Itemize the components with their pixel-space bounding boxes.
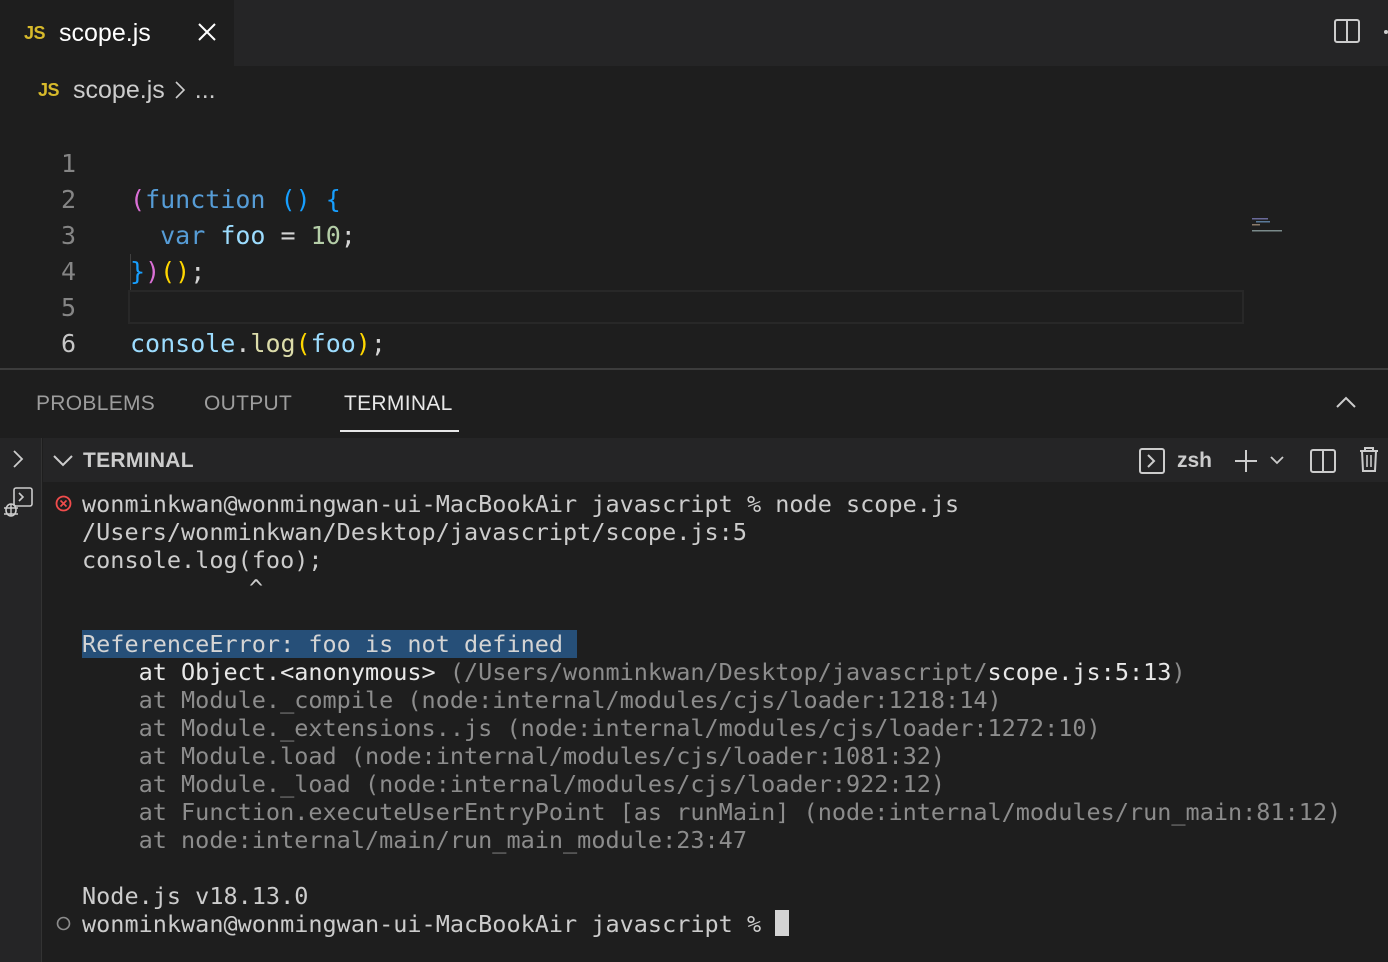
code-text: console.log(foo); — [130, 329, 386, 358]
terminal-line: at Module.load (node:internal/modules/cj… — [82, 742, 946, 770]
panel-tab-bar: PROBLEMS OUTPUT TERMINAL — [0, 370, 1388, 438]
code-line[interactable]: 3 })(); — [0, 182, 1388, 286]
tab-terminal[interactable]: TERMINAL — [344, 392, 453, 416]
tab-output[interactable]: OUTPUT — [204, 392, 292, 416]
terminal-line: at Module._compile (node:internal/module… — [82, 686, 1002, 714]
terminal-line: at Module._load (node:internal/modules/c… — [82, 770, 946, 798]
minimap[interactable] — [1250, 216, 1290, 240]
terminal-shell-icon[interactable] — [1138, 447, 1166, 475]
code-line[interactable]: 4 — [0, 218, 1388, 286]
split-terminal-icon[interactable] — [1309, 447, 1337, 475]
code-line[interactable]: 1 (function () { — [0, 110, 1388, 214]
tab-scope-js[interactable]: JS scope.js — [0, 0, 234, 66]
terminal-side-gutter — [0, 438, 42, 962]
debug-console-icon[interactable] — [2, 486, 36, 520]
terminal-output[interactable]: wonminkwan@wonmingwan-ui-MacBookAir java… — [43, 482, 1388, 962]
terminal-line: wonminkwan@wonmingwan-ui-MacBookAir java… — [82, 490, 960, 518]
shell-name[interactable]: zsh — [1177, 449, 1212, 473]
active-tab-indicator — [340, 430, 459, 432]
code-editor[interactable]: 1 (function () { 2 var foo = 10; 3 })();… — [0, 108, 1388, 368]
code-line[interactable]: 6 — [0, 290, 1388, 358]
chevron-right-icon[interactable] — [9, 448, 27, 470]
terminal-line: /Users/wonminkwan/Desktop/javascript/sco… — [82, 518, 747, 546]
terminal-line: Node.js v18.13.0 — [82, 882, 309, 910]
terminal-line: at Function.executeUserEntryPoint [as ru… — [82, 798, 1342, 826]
more-actions-icon[interactable] — [1380, 24, 1388, 40]
idle-status-icon[interactable] — [56, 916, 71, 931]
terminal-line: at Module._extensions..js (node:internal… — [82, 714, 1101, 742]
code-line[interactable]: 2 var foo = 10; — [0, 146, 1388, 250]
tab-label: scope.js — [59, 18, 151, 47]
selected-error-text: ReferenceError: foo is not defined — [82, 630, 578, 658]
chevron-down-icon[interactable] — [52, 452, 74, 468]
tab-problems[interactable]: PROBLEMS — [36, 392, 155, 416]
terminal-error-line: ReferenceError: foo is not defined — [82, 630, 578, 658]
terminal-cursor — [775, 910, 790, 936]
terminal-line: at node:internal/main/run_main_module:23… — [82, 826, 747, 854]
line-number: 6 — [60, 329, 76, 358]
terminal-header: TERMINAL zsh — [43, 438, 1388, 482]
chevron-down-icon[interactable] — [1269, 454, 1285, 466]
close-icon[interactable] — [196, 21, 218, 43]
editor-tab-bar: JS scope.js — [0, 0, 1388, 66]
breadcrumb: JS scope.js ... — [38, 72, 216, 108]
js-file-icon: JS — [38, 79, 60, 100]
plus-icon[interactable] — [1233, 448, 1259, 474]
breadcrumb-file[interactable]: scope.js — [73, 76, 165, 105]
breadcrumb-more[interactable]: ... — [195, 76, 216, 105]
trash-icon[interactable] — [1357, 444, 1381, 474]
terminal-prompt[interactable]: wonminkwan@wonmingwan-ui-MacBookAir java… — [82, 910, 790, 938]
terminal-section-title[interactable]: TERMINAL — [83, 449, 194, 473]
terminal-line: at Object.<anonymous> (/Users/wonminkwan… — [82, 658, 1186, 686]
split-editor-icon[interactable] — [1333, 17, 1361, 45]
js-file-icon: JS — [24, 22, 46, 43]
error-status-icon[interactable] — [55, 495, 72, 512]
chevron-right-icon — [175, 81, 185, 99]
terminal-line: console.log(foo); — [82, 546, 323, 574]
code-line[interactable]: 5 console.log(foo); — [0, 254, 1388, 358]
terminal-caret: ^ — [249, 574, 264, 602]
chevron-up-icon[interactable] — [1334, 394, 1358, 410]
